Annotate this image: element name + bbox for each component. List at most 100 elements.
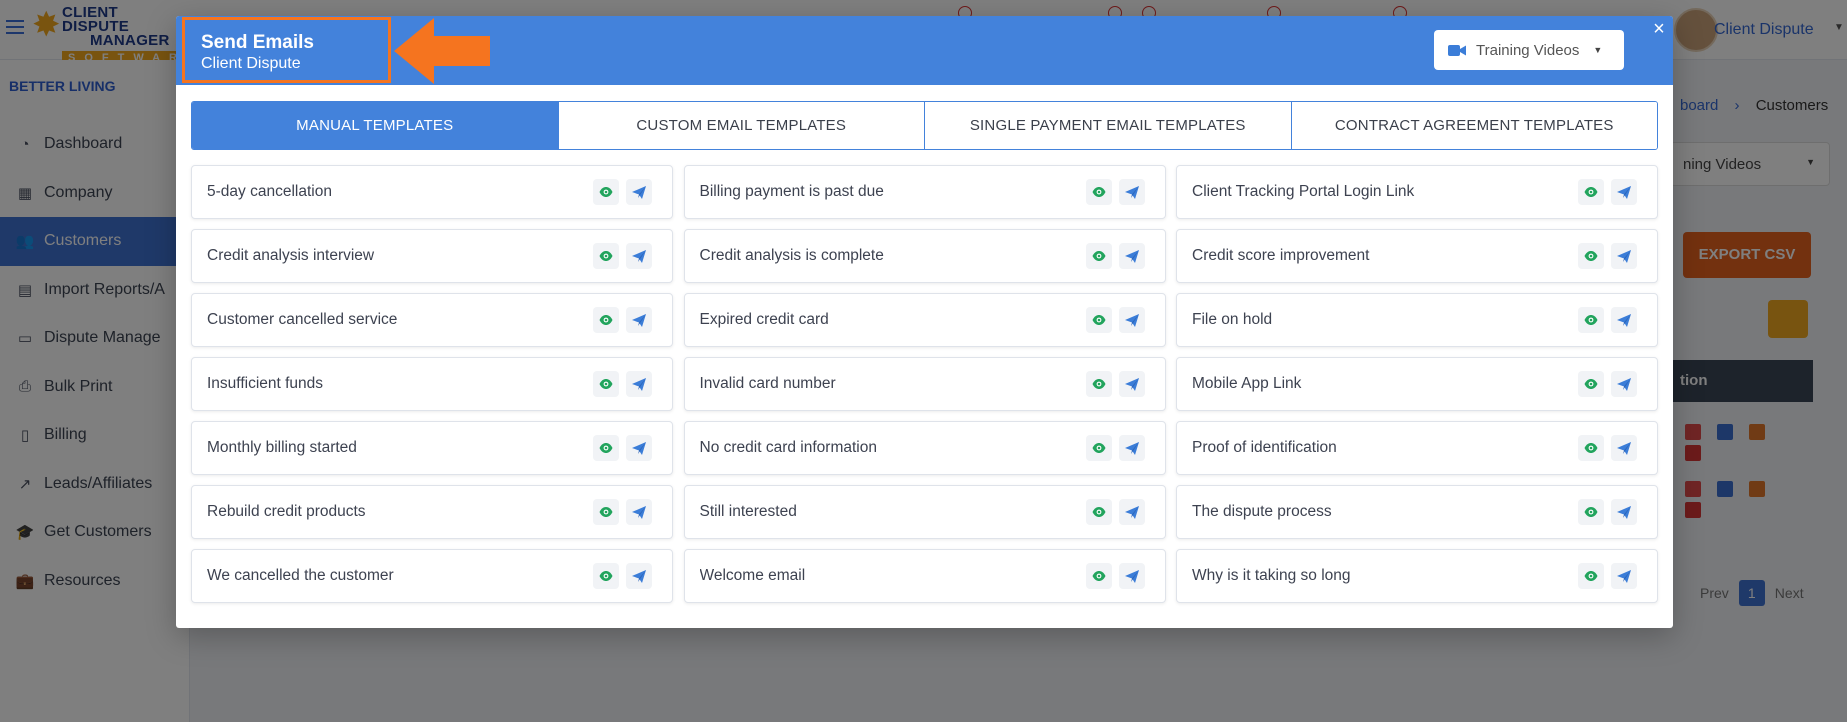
eye-icon xyxy=(1584,507,1598,517)
template-card[interactable]: Insufficient funds xyxy=(191,357,673,411)
preview-button[interactable] xyxy=(1578,371,1604,397)
send-button[interactable] xyxy=(1118,435,1145,461)
tab-single-payment-email-templates[interactable]: SINGLE PAYMENT EMAIL TEMPLATES xyxy=(925,102,1292,149)
template-card[interactable]: File on hold xyxy=(1176,293,1658,347)
eye-icon xyxy=(599,187,613,197)
send-button[interactable] xyxy=(1118,563,1145,589)
template-card[interactable]: Customer cancelled service xyxy=(191,293,673,347)
preview-button[interactable] xyxy=(1578,179,1604,205)
send-button[interactable] xyxy=(1611,371,1637,397)
send-button[interactable] xyxy=(626,499,652,525)
template-card[interactable]: Still interested xyxy=(683,485,1166,539)
eye-icon xyxy=(599,507,613,517)
eye-icon xyxy=(599,379,613,389)
preview-button[interactable] xyxy=(1578,435,1604,461)
send-button[interactable] xyxy=(1118,243,1145,269)
send-button[interactable] xyxy=(626,371,652,397)
send-button[interactable] xyxy=(1118,499,1145,525)
send-button[interactable] xyxy=(1118,179,1145,205)
preview-button[interactable] xyxy=(1578,307,1604,333)
template-card[interactable]: Welcome email xyxy=(683,549,1166,603)
template-card[interactable]: No credit card information xyxy=(683,421,1166,475)
preview-button[interactable] xyxy=(1085,499,1112,525)
eye-icon xyxy=(1584,443,1598,453)
template-label: 5-day cancellation xyxy=(207,183,332,200)
close-icon[interactable]: × xyxy=(1650,18,1668,40)
training-videos-button[interactable]: Training Videos ▼ xyxy=(1434,30,1624,70)
paper-plane-icon xyxy=(1124,377,1139,391)
send-button[interactable] xyxy=(1118,307,1145,333)
paper-plane-icon xyxy=(1124,313,1139,327)
send-button[interactable] xyxy=(1611,243,1637,269)
template-card[interactable]: Monthly billing started xyxy=(191,421,673,475)
paper-plane-icon xyxy=(1617,377,1631,391)
preview-button[interactable] xyxy=(593,243,619,269)
template-card[interactable]: Invalid card number xyxy=(683,357,1166,411)
template-card[interactable]: Rebuild credit products xyxy=(191,485,673,539)
caret-down-icon: ▼ xyxy=(1593,45,1603,55)
template-card[interactable]: Mobile App Link xyxy=(1176,357,1658,411)
preview-button[interactable] xyxy=(1578,243,1604,269)
template-label: Proof of identification xyxy=(1192,439,1337,456)
eye-icon xyxy=(1092,507,1105,517)
paper-plane-icon xyxy=(632,249,646,263)
send-button[interactable] xyxy=(1611,435,1637,461)
template-card[interactable]: Expired credit card xyxy=(683,293,1166,347)
send-button[interactable] xyxy=(1611,179,1637,205)
paper-plane-icon xyxy=(632,505,646,519)
tab-custom-email-templates[interactable]: CUSTOM EMAIL TEMPLATES xyxy=(558,102,925,149)
preview-button[interactable] xyxy=(593,179,619,205)
preview-button[interactable] xyxy=(1085,435,1112,461)
template-label: Credit analysis interview xyxy=(207,247,375,264)
preview-button[interactable] xyxy=(593,499,619,525)
template-label: Expired credit card xyxy=(699,311,829,328)
template-label: Billing payment is past due xyxy=(699,183,884,200)
template-label: Credit score improvement xyxy=(1192,247,1370,264)
template-card[interactable]: The dispute process xyxy=(1176,485,1658,539)
send-button[interactable] xyxy=(626,435,652,461)
preview-button[interactable] xyxy=(593,371,619,397)
template-label: Monthly billing started xyxy=(207,439,357,456)
eye-icon xyxy=(1584,571,1598,581)
template-card[interactable]: 5-day cancellation xyxy=(191,165,673,219)
preview-button[interactable] xyxy=(1085,307,1112,333)
send-button[interactable] xyxy=(626,243,652,269)
preview-button[interactable] xyxy=(1578,563,1604,589)
tab-manual-templates[interactable]: MANUAL TEMPLATES xyxy=(192,102,559,149)
template-card[interactable]: Billing payment is past due xyxy=(683,165,1166,219)
template-label: Mobile App Link xyxy=(1192,375,1302,392)
send-button[interactable] xyxy=(1611,563,1637,589)
preview-button[interactable] xyxy=(1085,371,1112,397)
send-button[interactable] xyxy=(1611,499,1637,525)
eye-icon xyxy=(1092,379,1105,389)
annotation-arrow-icon xyxy=(394,18,490,84)
paper-plane-icon xyxy=(1124,441,1139,455)
tab-contract-agreement-templates[interactable]: CONTRACT AGREEMENT TEMPLATES xyxy=(1291,102,1657,149)
preview-button[interactable] xyxy=(1578,499,1604,525)
preview-button[interactable] xyxy=(1085,179,1112,205)
send-button[interactable] xyxy=(626,179,652,205)
preview-button[interactable] xyxy=(593,435,619,461)
preview-button[interactable] xyxy=(593,307,619,333)
template-card[interactable]: We cancelled the customer xyxy=(191,549,673,603)
preview-button[interactable] xyxy=(1085,563,1112,589)
send-button[interactable] xyxy=(1118,371,1145,397)
paper-plane-icon xyxy=(1617,313,1631,327)
eye-icon xyxy=(1092,251,1105,261)
template-card[interactable]: Client Tracking Portal Login Link xyxy=(1176,165,1658,219)
eye-icon xyxy=(1584,379,1598,389)
send-button[interactable] xyxy=(626,307,652,333)
template-label: No credit card information xyxy=(699,439,877,456)
modal-header: Send Emails Client Dispute Training Vide… xyxy=(176,16,1673,85)
send-button[interactable] xyxy=(626,563,652,589)
send-button[interactable] xyxy=(1611,307,1637,333)
template-card[interactable]: Credit score improvement xyxy=(1176,229,1658,283)
eye-icon xyxy=(599,571,613,581)
template-card[interactable]: Credit analysis is complete xyxy=(683,229,1166,283)
template-card[interactable]: Why is it taking so long xyxy=(1176,549,1658,603)
template-label: Client Tracking Portal Login Link xyxy=(1192,183,1415,200)
template-card[interactable]: Credit analysis interview xyxy=(191,229,673,283)
preview-button[interactable] xyxy=(1085,243,1112,269)
template-card[interactable]: Proof of identification xyxy=(1176,421,1658,475)
preview-button[interactable] xyxy=(593,563,619,589)
